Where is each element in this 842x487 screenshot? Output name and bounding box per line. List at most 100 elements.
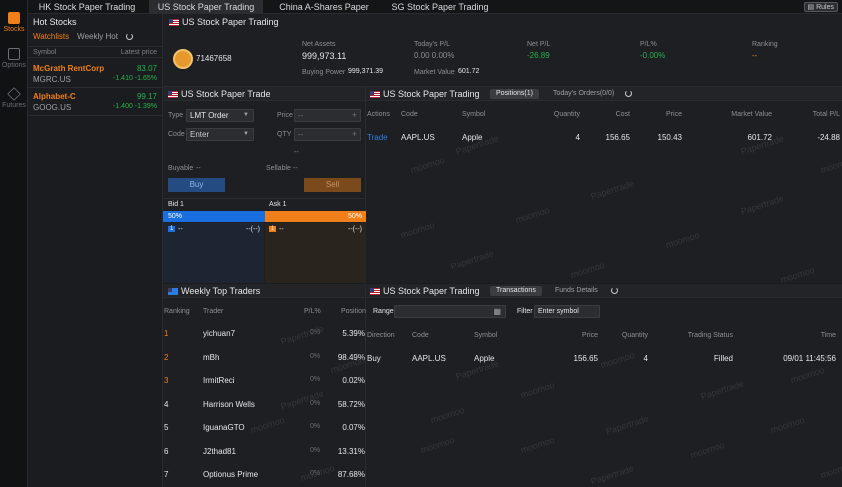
qty-label: QTY bbox=[277, 131, 292, 138]
trader-pl: 0% bbox=[310, 329, 321, 336]
tab-us[interactable]: US Stock Paper Trading bbox=[149, 0, 263, 14]
subtab-watchlists[interactable]: Watchlists bbox=[33, 32, 69, 41]
col-actions: Actions bbox=[367, 111, 390, 118]
buying-power-label: Buying Power bbox=[302, 69, 346, 76]
col-market-value: Market Value bbox=[731, 111, 772, 118]
filter-placeholder: Enter symbol bbox=[538, 308, 579, 315]
options-icon bbox=[8, 48, 20, 60]
rules-button[interactable]: ▤ Rules bbox=[803, 2, 838, 12]
trader-row[interactable]: 3 IrmitReci 0% 0.02% bbox=[163, 368, 366, 392]
tab-transactions[interactable]: Transactions bbox=[490, 286, 542, 296]
refresh-icon[interactable] bbox=[625, 90, 632, 97]
trader-rank: 3 bbox=[164, 376, 169, 385]
ranking-value: -- bbox=[752, 51, 758, 60]
col-ranking: Ranking bbox=[164, 308, 190, 315]
trader-position: 87.68% bbox=[337, 470, 365, 479]
trader-pl: 0% bbox=[310, 399, 321, 407]
tab-todays-orders[interactable]: Today's Orders(0/0) bbox=[547, 89, 620, 99]
avatar[interactable] bbox=[173, 49, 193, 69]
tab-sg[interactable]: SG Stock Paper Trading bbox=[390, 0, 490, 14]
rail-stocks[interactable]: Stocks bbox=[0, 12, 28, 33]
stock-code: GOOG.US bbox=[33, 103, 72, 112]
bid-pct: 50% bbox=[168, 213, 183, 220]
net-pl-value: -26.89 bbox=[527, 51, 550, 60]
tab-funds-details[interactable]: Funds Details bbox=[549, 286, 604, 296]
hot-stock-item[interactable]: Alphabet-C GOOG.US 99.17 -1.400 -1.39% bbox=[28, 90, 163, 116]
sell-button[interactable]: Sell bbox=[304, 178, 361, 192]
ask-book: 1 -- --(--) bbox=[265, 223, 366, 283]
trade-link[interactable]: Trade bbox=[367, 133, 388, 142]
stock-change: -1.410 -1.65% bbox=[113, 75, 157, 82]
tab-hk[interactable]: HK Stock Paper Trading bbox=[32, 0, 142, 14]
refresh-icon[interactable] bbox=[125, 33, 133, 40]
tx-quantity: 4 bbox=[643, 354, 648, 363]
ask-size: --(--) bbox=[348, 226, 362, 233]
futures-icon bbox=[7, 87, 21, 101]
col-trader: Trader bbox=[203, 308, 224, 315]
positions-panel: US Stock Paper Trading Positions(1) Toda… bbox=[366, 87, 842, 283]
pos-cost: 156.65 bbox=[605, 133, 630, 142]
bid-bar: 50% bbox=[163, 211, 265, 222]
net-pl-label: Net P/L bbox=[527, 41, 551, 48]
refresh-icon[interactable] bbox=[611, 287, 618, 294]
pos-market-value: 601.72 bbox=[747, 133, 772, 142]
account-summary: US Stock Paper Trading 71467658 Net Asse… bbox=[163, 14, 842, 87]
trader-rank: 2 bbox=[164, 352, 169, 362]
col-latest-price: Latest price bbox=[120, 49, 157, 56]
trader-row[interactable]: 1 yichuan7 0% 5.39% bbox=[163, 321, 366, 345]
pl-pct-value: -0.00% bbox=[640, 51, 666, 60]
trader-row[interactable]: 4 Harrison Wells 0% 58.72% bbox=[163, 392, 366, 416]
buying-power-value: 999,371.39 bbox=[348, 68, 384, 75]
price-value: -- bbox=[298, 111, 304, 120]
plus-icon[interactable]: + bbox=[352, 110, 357, 121]
us-flag-icon bbox=[168, 91, 178, 98]
rail-futures[interactable]: Futures bbox=[0, 87, 28, 109]
filter-input[interactable]: Enter symbol bbox=[534, 305, 600, 318]
us-flag-icon bbox=[370, 288, 380, 295]
col-total-pl: Total P/L bbox=[812, 111, 840, 118]
trader-name: Harrison Wells bbox=[203, 399, 255, 409]
tx-symbol: Apple bbox=[474, 354, 495, 363]
positions-title: US Stock Paper Trading bbox=[370, 89, 480, 99]
trader-row[interactable]: 7 Optionus Prime 0% 87.68% bbox=[163, 462, 366, 486]
price-stepper[interactable]: -- + bbox=[294, 109, 361, 122]
ask-level-badge: 1 bbox=[269, 226, 277, 232]
col-trading-status: Trading Status bbox=[687, 332, 733, 339]
transactions-header: US Stock Paper Trading Transactions Fund… bbox=[366, 284, 842, 298]
rail-futures-label: Futures bbox=[2, 102, 26, 109]
tab-positions[interactable]: Positions(1) bbox=[490, 89, 539, 99]
pos-total-pl: -24.88 bbox=[817, 133, 840, 142]
trader-rank: 6 bbox=[164, 446, 169, 456]
trader-row[interactable]: 2 mBh 0% 98.49% bbox=[163, 345, 366, 369]
ask-bar: 50% bbox=[265, 211, 366, 222]
col-symbol: Symbol bbox=[474, 332, 498, 339]
trader-position: 98.49% bbox=[337, 352, 365, 362]
tab-china[interactable]: China A-Shares Paper Trading bbox=[268, 0, 380, 26]
chevron-down-icon: ▼ bbox=[243, 131, 249, 137]
trader-name: IrmitReci bbox=[203, 376, 235, 385]
subtab-weekly-hot[interactable]: Weekly Hot bbox=[77, 32, 118, 41]
code-label: Code bbox=[168, 131, 185, 138]
traders-title: Weekly Top Traders bbox=[168, 286, 260, 296]
hot-stock-item[interactable]: McGrath RentCorp MGRC.US 83.07 -1.410 -1… bbox=[28, 62, 163, 88]
transaction-row: Buy AAPL.US Apple 156.65 4 Filled 09/01 … bbox=[366, 348, 842, 370]
order-type-select[interactable]: LMT Order ▼ bbox=[186, 109, 254, 122]
trader-pl: 0% bbox=[310, 352, 321, 360]
pos-quantity: 4 bbox=[575, 133, 580, 142]
range-picker[interactable]: ▦ bbox=[394, 305, 506, 318]
trader-rank: 4 bbox=[164, 399, 169, 409]
us-flag-icon bbox=[169, 19, 179, 26]
plus-icon[interactable]: + bbox=[352, 129, 357, 140]
pos-price: 150.43 bbox=[657, 133, 682, 142]
col-position: Position bbox=[341, 308, 366, 315]
chevron-down-icon: ▼ bbox=[243, 112, 249, 118]
qty-stepper[interactable]: -- + bbox=[294, 128, 361, 141]
col-code: Code bbox=[412, 332, 429, 339]
buy-button[interactable]: Buy bbox=[168, 178, 225, 192]
stock-name: McGrath RentCorp bbox=[33, 64, 105, 73]
code-input[interactable]: Enter ▼ bbox=[186, 128, 254, 141]
trophy-icon bbox=[168, 288, 178, 295]
trader-row[interactable]: 5 IguanaGTO 0% 0.07% bbox=[163, 415, 366, 439]
trader-row[interactable]: 6 J2thad81 0% 13.31% bbox=[163, 439, 366, 463]
rail-options[interactable]: Options bbox=[0, 48, 28, 69]
